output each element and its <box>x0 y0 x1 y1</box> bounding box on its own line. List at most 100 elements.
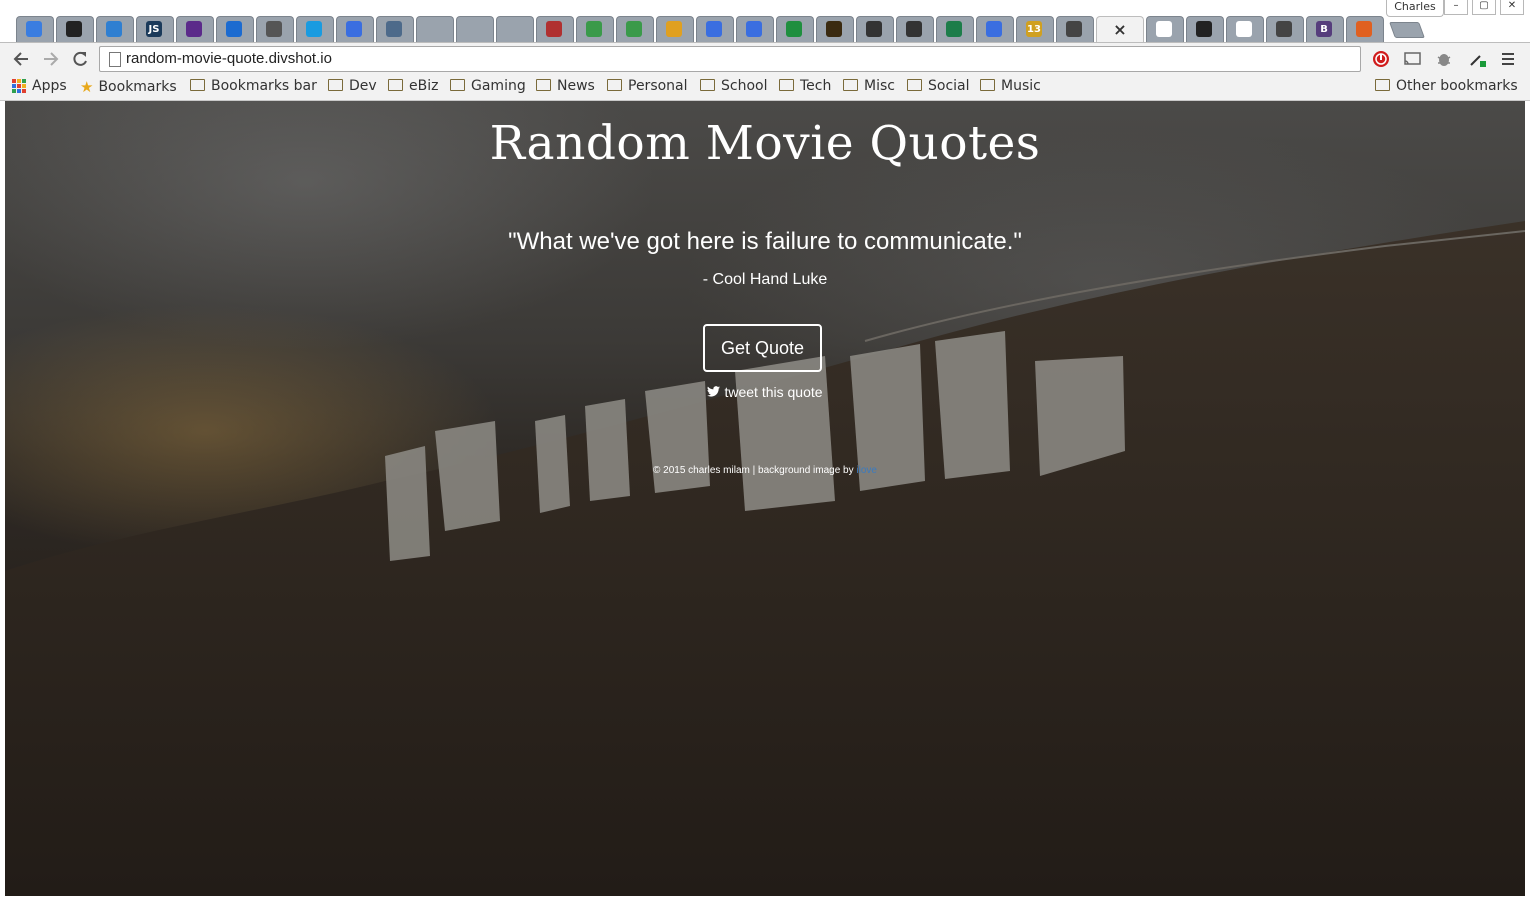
bookmark-item[interactable]: News <box>536 78 595 94</box>
folder-icon <box>980 79 995 91</box>
profile-button[interactable]: Charles <box>1386 0 1444 17</box>
url-text[interactable]: random-movie-quote.divshot.io <box>126 50 332 67</box>
tab[interactable] <box>1144 14 1184 43</box>
bookmark-item[interactable]: ★ Bookmarks <box>80 78 177 96</box>
tab[interactable] <box>1264 14 1304 43</box>
tab[interactable] <box>734 14 774 43</box>
blank-icon <box>466 21 482 37</box>
bookmark-square-icon <box>226 21 242 37</box>
tab[interactable] <box>1184 14 1224 43</box>
bookmark-item[interactable]: Dev <box>328 78 377 94</box>
blank-icon <box>506 21 522 37</box>
code-icon <box>1066 21 1082 37</box>
tab[interactable] <box>694 14 734 43</box>
green-circle-icon <box>626 21 642 37</box>
bookmark-item[interactable]: eBiz <box>388 78 438 94</box>
circle-icon <box>106 21 122 37</box>
apps-shortcut[interactable]: Apps <box>12 78 67 94</box>
tab[interactable] <box>94 14 134 43</box>
get-quote-button[interactable]: Get Quote <box>703 324 822 372</box>
bookmark-item[interactable]: School <box>700 78 767 94</box>
folder-icon <box>907 79 922 91</box>
tab[interactable] <box>54 14 94 43</box>
tab[interactable] <box>1054 14 1094 43</box>
window-border-right <box>1525 101 1530 896</box>
sheets-icon <box>786 21 802 37</box>
bookmark-item[interactable]: Gaming <box>450 78 526 94</box>
footer-text: © 2015 charles milam | background image … <box>653 465 857 476</box>
bookmark-item[interactable]: Bookmarks bar <box>190 78 317 94</box>
tab[interactable] <box>1344 14 1384 43</box>
tab[interactable] <box>814 14 854 43</box>
bookmark-item[interactable]: Misc <box>843 78 895 94</box>
tab[interactable] <box>454 14 494 43</box>
tab[interactable] <box>534 14 574 43</box>
tab[interactable]: B <box>1304 14 1344 43</box>
back-button[interactable] <box>10 49 32 69</box>
tab[interactable] <box>854 14 894 43</box>
bookmark-other-label: Other bookmarks <box>1396 78 1518 94</box>
menu-icon[interactable] <box>1497 49 1519 69</box>
page-icon <box>109 52 121 67</box>
adblock-icon[interactable] <box>1370 49 1392 69</box>
tab[interactable] <box>174 14 214 43</box>
bookmark-item[interactable]: Music <box>980 78 1041 94</box>
github-icon <box>1196 21 1212 37</box>
tab[interactable]: JS <box>134 14 174 43</box>
bookmark-item[interactable]: Personal <box>607 78 688 94</box>
tab[interactable] <box>414 14 454 43</box>
page-viewport: Random Movie Quotes "What we've got here… <box>5 101 1525 896</box>
store-icon <box>386 21 402 37</box>
tab[interactable] <box>1224 14 1264 43</box>
tab[interactable] <box>14 14 54 43</box>
page-title: Random Movie Quotes <box>489 116 1041 171</box>
peace-icon <box>186 21 202 37</box>
minimize-button[interactable]: – <box>1444 0 1468 15</box>
bootstrap-icon: B <box>1316 21 1332 37</box>
folder-icon <box>843 79 858 91</box>
tab[interactable] <box>934 14 974 43</box>
tab[interactable] <box>294 14 334 43</box>
tab-active[interactable]: × <box>1094 14 1144 43</box>
tweet-quote-link[interactable]: tweet this quote <box>5 384 1525 400</box>
green-circle-icon <box>586 21 602 37</box>
tab[interactable] <box>254 14 294 43</box>
reload-button[interactable] <box>69 49 91 69</box>
tab[interactable] <box>374 14 414 43</box>
tab[interactable] <box>894 14 934 43</box>
bookmark-other[interactable]: Other bookmarks <box>1375 78 1518 94</box>
bookmark-label: News <box>557 78 595 94</box>
tab-strip-bar: JS 13 × B Charles – ▢ ✕ <box>0 0 1530 44</box>
maximize-button[interactable]: ▢ <box>1472 0 1496 15</box>
forward-button[interactable] <box>40 49 62 69</box>
tab[interactable] <box>774 14 814 43</box>
address-bar[interactable]: random-movie-quote.divshot.io <box>99 46 1361 72</box>
tab[interactable] <box>334 14 374 43</box>
tab[interactable] <box>614 14 654 43</box>
codepen-icon <box>866 21 882 37</box>
close-icon[interactable]: × <box>1112 20 1128 39</box>
window-controls: – ▢ ✕ <box>1444 0 1524 15</box>
footer-credit-link[interactable]: ilove <box>856 465 877 476</box>
bookmark-label: School <box>721 78 768 94</box>
tab[interactable]: 13 <box>1014 14 1054 43</box>
tab[interactable] <box>494 14 534 43</box>
hollywood-background-image <box>5 221 1525 896</box>
twitter-bird-icon <box>707 386 721 400</box>
bookmark-item[interactable]: Tech <box>779 78 831 94</box>
new-tab-button[interactable] <box>1389 22 1425 38</box>
tab[interactable] <box>654 14 694 43</box>
eyedropper-icon[interactable] <box>1466 49 1488 69</box>
tab[interactable] <box>214 14 254 43</box>
bookmark-label: Bookmarks <box>98 79 177 95</box>
tab[interactable] <box>574 14 614 43</box>
bug-icon[interactable] <box>1433 49 1455 69</box>
bookmark-label: Gaming <box>471 78 526 94</box>
drive-icon <box>666 21 682 37</box>
cast-icon[interactable] <box>1401 49 1423 69</box>
tweet-label: tweet this quote <box>724 384 823 400</box>
bookmark-item[interactable]: Social <box>907 78 970 94</box>
mail-check-icon <box>26 21 42 37</box>
close-window-button[interactable]: ✕ <box>1500 0 1524 15</box>
tab[interactable] <box>974 14 1014 43</box>
